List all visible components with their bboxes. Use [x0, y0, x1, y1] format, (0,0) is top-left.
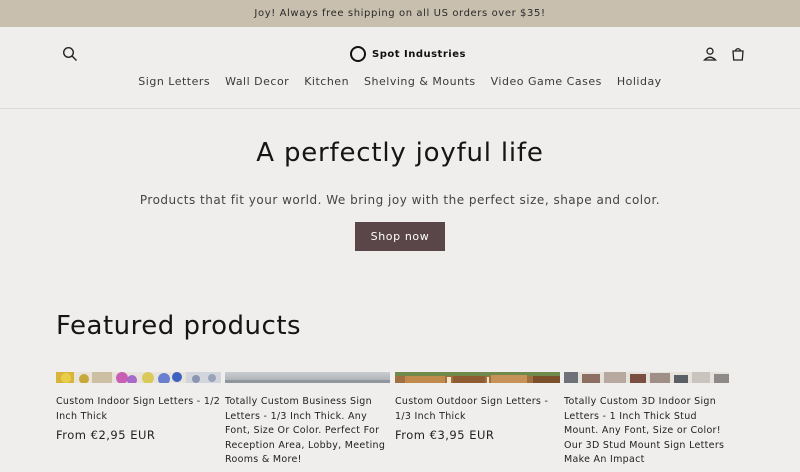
nav-item-holiday[interactable]: Holiday: [609, 74, 669, 90]
nav-item-sign-letters[interactable]: Sign Letters: [131, 74, 218, 90]
product-card[interactable]: Custom Outdoor Sign Letters - 1/3 Inch T…: [395, 370, 560, 442]
product-card[interactable]: Totally Custom Business Sign Letters - 1…: [225, 370, 390, 472]
announcement-bar: Joy! Always free shipping on all US orde…: [0, 0, 800, 27]
account-icon[interactable]: [699, 43, 721, 65]
product-title[interactable]: Totally Custom Business Sign Letters - 1…: [225, 395, 390, 468]
featured-products-title: Featured products: [56, 311, 302, 341]
hero-subtitle: Products that fit your world. We bring j…: [139, 193, 661, 207]
shop-now-button[interactable]: Shop now: [355, 222, 445, 251]
product-price: From €2,95 EUR: [56, 428, 156, 442]
site-logo[interactable]: Spot Industries: [350, 44, 466, 64]
product-price: From €3,95 EUR: [395, 428, 495, 442]
nav-item-shelving-mounts[interactable]: Shelving & Mounts: [357, 74, 484, 90]
logo-text: Spot Industries: [372, 48, 466, 60]
site-header: Spot Industries Sign Letters Wall Decor …: [0, 27, 800, 109]
product-image[interactable]: [564, 370, 729, 383]
product-title[interactable]: Custom Outdoor Sign Letters - 1/3 Inch T…: [395, 395, 560, 424]
product-card[interactable]: Custom Indoor Sign Letters - 1/2 Inch Th…: [56, 370, 221, 442]
product-title[interactable]: Totally Custom 3D Indoor Sign Letters - …: [564, 395, 729, 468]
main-nav: Sign Letters Wall Decor Kitchen Shelving…: [0, 74, 800, 90]
product-image[interactable]: [56, 370, 221, 383]
logo-mark-icon: [350, 46, 366, 62]
search-icon[interactable]: [59, 43, 81, 65]
product-title[interactable]: Custom Indoor Sign Letters - 1/2 Inch Th…: [56, 395, 221, 424]
product-image[interactable]: [225, 370, 390, 383]
nav-item-wall-decor[interactable]: Wall Decor: [218, 74, 297, 90]
product-image[interactable]: [395, 370, 560, 383]
hero-title: A perfectly joyful life: [256, 138, 544, 168]
product-card[interactable]: Totally Custom 3D Indoor Sign Letters - …: [564, 370, 729, 472]
announcement-text: Joy! Always free shipping on all US orde…: [254, 8, 546, 19]
cart-icon[interactable]: [727, 43, 749, 65]
nav-item-kitchen[interactable]: Kitchen: [297, 74, 357, 90]
nav-item-video-game-cases[interactable]: Video Game Cases: [483, 74, 609, 90]
